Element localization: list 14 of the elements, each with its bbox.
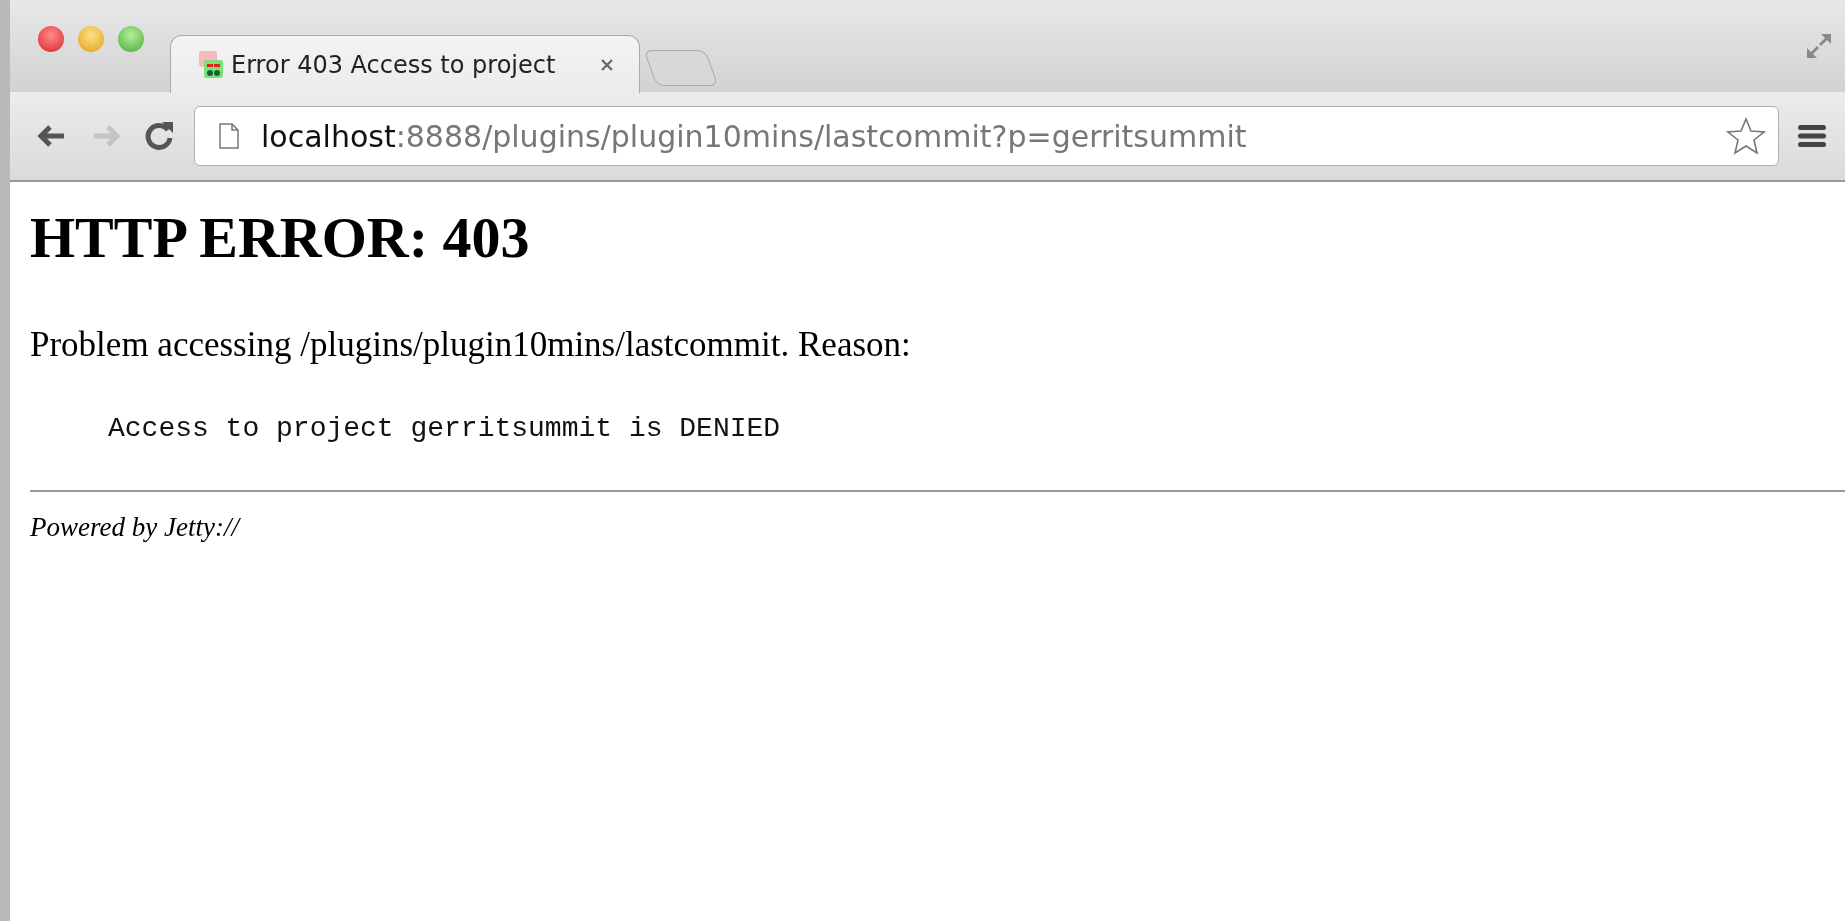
address-bar[interactable]: localhost:8888/plugins/plugin10mins/lastcommit?p=gerritsummit — [194, 106, 1779, 166]
page-heading: HTTP ERROR: 403 — [30, 204, 531, 271]
zoom-light[interactable] — [118, 26, 144, 52]
close-icon[interactable] — [599, 56, 615, 73]
favicon-icon — [199, 50, 225, 79]
url-path: :8888/plugins/plugin10mins/lastcommit?p=gerritsummit — [395, 118, 1247, 154]
close-light[interactable] — [38, 26, 64, 52]
problem-text: Problem accessing /plugins/plugin10mins/lastcommit. Reason: — [30, 325, 912, 365]
url-host: localhost — [261, 118, 396, 154]
star-icon[interactable] — [1726, 116, 1766, 156]
footer-text: Powered by Jetty:// — [30, 512, 239, 543]
browser-tab[interactable]: Error 403 Access to project — [170, 35, 640, 93]
page-icon — [219, 123, 239, 149]
reason-text: Access to project gerritsummit is DENIED — [108, 413, 782, 444]
